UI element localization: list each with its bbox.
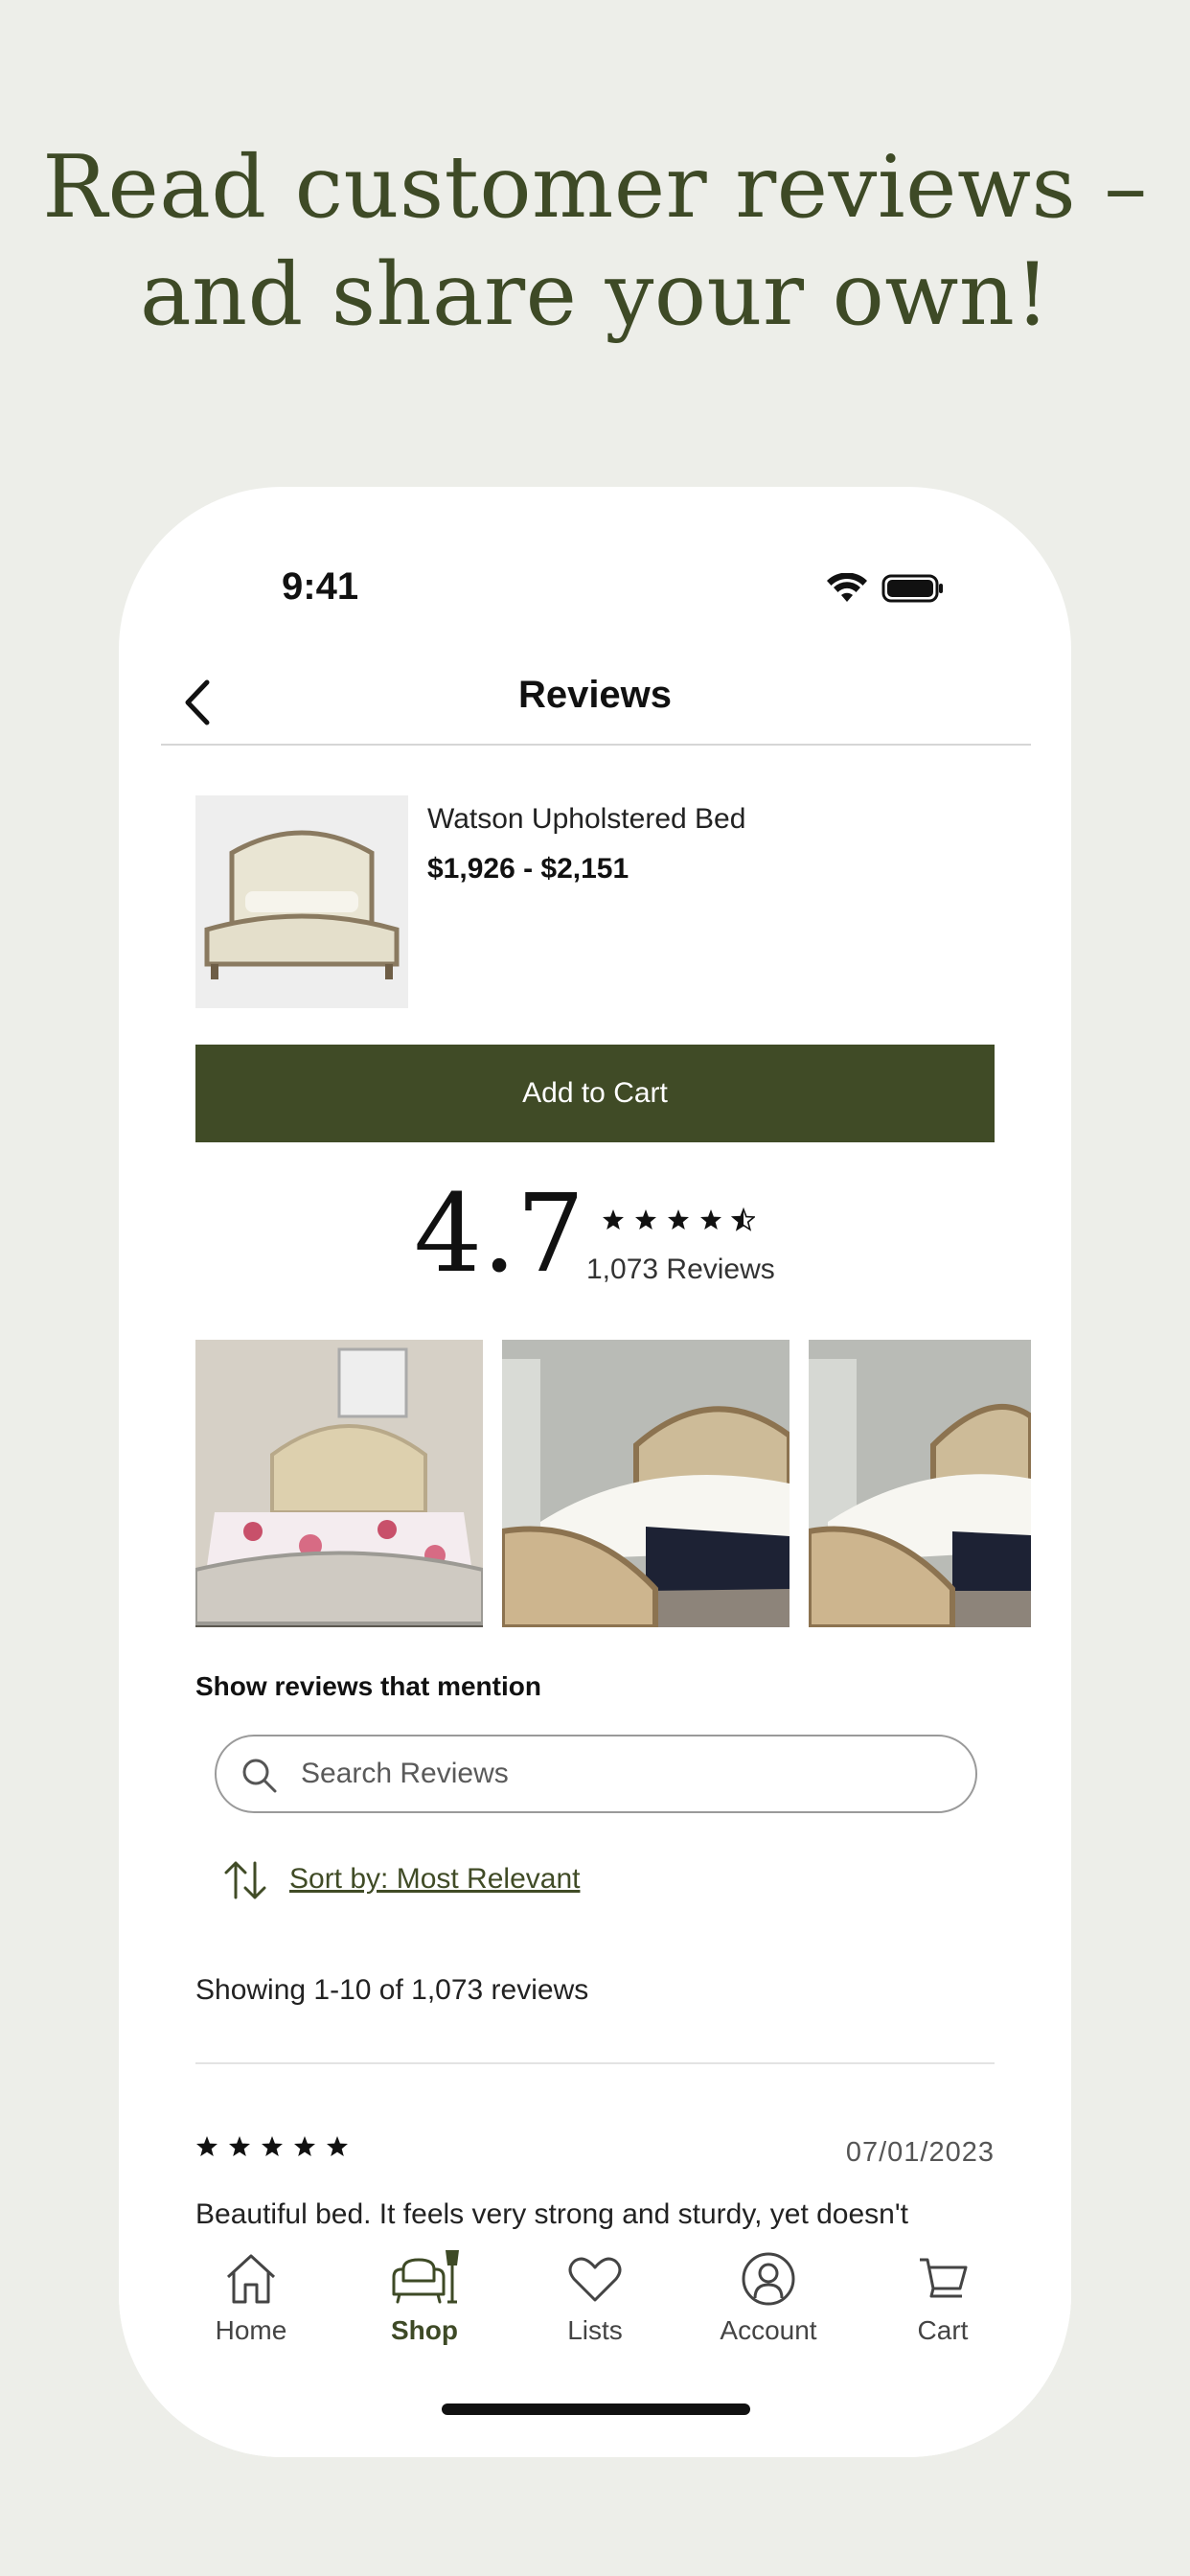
product-name[interactable]: Watson Upholstered Bed — [427, 803, 745, 836]
wifi-icon — [827, 573, 867, 602]
half-star-icon — [730, 1207, 755, 1231]
tab-home[interactable]: Home — [165, 2248, 337, 2346]
tab-home-label: Home — [215, 2315, 287, 2345]
phone-screen: 9:41 Reviews Watson Upholstered Bed $1,9 — [119, 487, 1071, 2457]
review-stars — [196, 2136, 348, 2156]
star-icon — [668, 1209, 689, 1230]
product-image[interactable] — [195, 795, 408, 1008]
search-input[interactable] — [301, 1736, 952, 1811]
sort-link[interactable]: Sort by: Most Relevant — [289, 1863, 580, 1896]
rating-average: 4.7 — [414, 1172, 585, 1297]
tab-cart[interactable]: Cart — [857, 2248, 1029, 2346]
review-date: 07/01/2023 — [845, 2137, 995, 2168]
bed-photo-image — [809, 1340, 1031, 1627]
home-icon — [226, 2254, 276, 2304]
nav-divider — [161, 744, 1031, 746]
headline-line-1: Read customer reviews – — [42, 137, 1148, 238]
star-icon — [294, 2136, 315, 2156]
review-count[interactable]: 1,073 Reviews — [586, 1254, 775, 1286]
tab-shop[interactable]: Shop — [338, 2248, 511, 2346]
status-time: 9:41 — [282, 565, 359, 608]
tab-bar: Home Shop Lists Account Cart — [119, 2237, 1071, 2457]
tab-cart-label: Cart — [917, 2315, 969, 2345]
cart-icon — [920, 2258, 968, 2298]
star-icon — [700, 1209, 721, 1230]
review-body: Beautiful bed. It feels very strong and … — [195, 2198, 908, 2230]
review-photo-1[interactable] — [195, 1340, 483, 1627]
bed-photo-image — [195, 1340, 483, 1627]
tab-lists[interactable]: Lists — [509, 2248, 681, 2346]
add-to-cart-button[interactable]: Add to Cart — [195, 1045, 995, 1142]
tab-account[interactable]: Account — [682, 2248, 855, 2346]
home-indicator[interactable] — [442, 2404, 750, 2415]
review-photo-3[interactable] — [809, 1340, 1031, 1627]
star-icon — [196, 2136, 217, 2156]
search-field[interactable] — [215, 1735, 977, 1813]
mention-label: Show reviews that mention — [195, 1671, 541, 1701]
star-icon — [262, 2136, 283, 2156]
marketing-headline: Read customer reviews – and share your o… — [0, 134, 1190, 349]
rating-stars — [603, 1207, 755, 1231]
shop-icon — [392, 2250, 459, 2304]
bed-image — [195, 795, 408, 1008]
list-divider — [195, 2062, 995, 2064]
tab-account-label: Account — [720, 2315, 817, 2345]
tab-lists-label: Lists — [567, 2315, 623, 2345]
bed-photo-image — [502, 1340, 790, 1627]
review-photo-2[interactable] — [502, 1340, 790, 1627]
headline-line-2: and share your own! — [139, 244, 1051, 345]
tab-shop-label: Shop — [391, 2315, 458, 2345]
heart-icon — [568, 2257, 622, 2302]
account-icon — [742, 2252, 795, 2306]
results-count: Showing 1-10 of 1,073 reviews — [195, 1974, 589, 2006]
star-icon — [635, 1209, 656, 1230]
product-price: $1,926 - $2,151 — [427, 853, 629, 885]
search-icon — [242, 1759, 277, 1793]
sort-icon[interactable] — [222, 1857, 268, 1903]
star-icon — [229, 2136, 250, 2156]
star-icon — [327, 2136, 348, 2156]
star-icon — [603, 1209, 624, 1230]
page-title: Reviews — [517, 674, 673, 716]
battery-icon — [881, 574, 943, 603]
